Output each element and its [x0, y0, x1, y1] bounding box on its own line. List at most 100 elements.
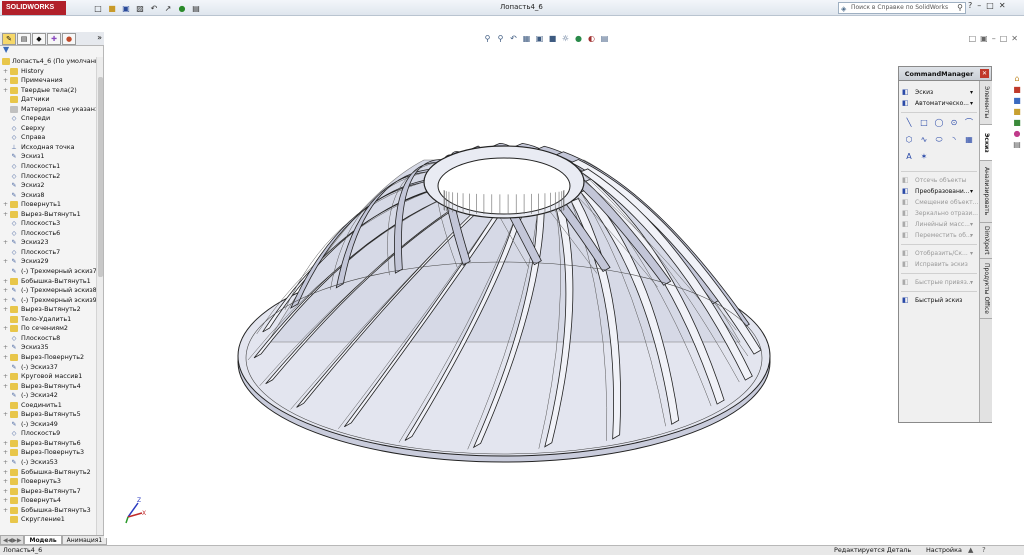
expand-icon[interactable]: + [3, 458, 8, 468]
expand-icon[interactable]: + [3, 86, 8, 96]
tree-item[interactable]: + ✎ (-) Трехмерный эскиз9 [0, 296, 96, 306]
tree-item[interactable]: Датчики [0, 95, 96, 105]
command-tab[interactable]: Эскиз [980, 125, 992, 161]
previous-view-icon[interactable]: ↶ [508, 33, 519, 44]
expand-icon[interactable]: + [3, 487, 8, 497]
rebuild-icon[interactable]: ● [176, 2, 188, 14]
expand-icon[interactable]: + [3, 353, 8, 363]
viewport-maximize-icon[interactable]: □ [1000, 34, 1008, 43]
status-units[interactable]: Настройка [926, 546, 962, 555]
text-icon[interactable]: A [903, 152, 915, 161]
circle-icon[interactable]: ⊙ [948, 118, 960, 127]
close-icon[interactable]: ✕ [980, 69, 989, 78]
tab-nav-arrows[interactable]: ◀◀▶▶ [0, 535, 25, 545]
chevron-down-icon[interactable]: ▾ [970, 186, 973, 197]
resources-icon[interactable]: ■ [1012, 85, 1022, 94]
display-manager-tab[interactable]: ● [62, 33, 76, 45]
custom-properties-icon[interactable]: ▤ [1012, 140, 1022, 149]
tree-item[interactable]: + ✎ Эскиз35 [0, 343, 96, 353]
chevron-down-icon[interactable]: ▾ [970, 98, 973, 109]
tree-item[interactable]: ◇ Плоскость9 [0, 429, 96, 439]
expand-icon[interactable]: + [3, 372, 8, 382]
solidworks-logo[interactable]: SOLIDWORKS [2, 1, 66, 15]
command-button[interactable]: ◧ Быстрый эскиз [899, 295, 979, 306]
expand-icon[interactable]: + [3, 238, 8, 248]
viewport-tile-icon[interactable]: ▣ [980, 34, 988, 43]
tree-item[interactable]: ✎ Эскиз8 [0, 191, 96, 201]
tree-item[interactable]: Скругление1 [0, 515, 96, 525]
chevron-down-icon[interactable]: ▾ [970, 219, 973, 230]
command-button[interactable]: ◧ Автоматическо... ▾ [899, 98, 979, 109]
tree-item[interactable]: + Вырез-Вытянуть5 [0, 410, 96, 420]
tree-item[interactable]: + ✎ Эскиз23 [0, 238, 96, 248]
scene-icon[interactable]: ◐ [586, 33, 597, 44]
command-button[interactable]: ◧ Преобразовани... ▾ [899, 186, 979, 197]
expand-icon[interactable]: + [3, 382, 8, 392]
rectangle-icon[interactable]: □ [918, 118, 930, 127]
command-button[interactable]: ◧ Исправить эскиз [899, 259, 979, 270]
restore-icon[interactable]: □ [986, 1, 994, 10]
close-icon[interactable]: ✕ [999, 1, 1006, 10]
zoom-to-area-icon[interactable]: ⚲ [495, 33, 506, 44]
tree-item[interactable]: + Примечания [0, 76, 96, 86]
viewport-restore-icon[interactable]: □ [969, 34, 977, 43]
chevron-right-icon[interactable]: » [97, 33, 102, 42]
command-button[interactable]: ◧ Переместить об... ▾ [899, 230, 979, 241]
tree-item[interactable]: ✎ (-) Эскиз49 [0, 420, 96, 430]
expand-icon[interactable]: + [3, 343, 8, 353]
tree-item[interactable]: + Вырез-Вытянуть7 [0, 487, 96, 497]
options-icon[interactable]: ▤ [190, 2, 202, 14]
design-library-icon[interactable]: ■ [1012, 96, 1022, 105]
expand-icon[interactable]: + [3, 257, 8, 267]
command-button[interactable]: ◧ Отсечь объекты [899, 175, 979, 186]
arc-icon[interactable]: ⌒ [963, 118, 975, 127]
tab-animation[interactable]: Анимация1 [61, 535, 108, 545]
expand-icon[interactable]: + [3, 448, 8, 458]
tree-item[interactable]: ◇ Плоскость3 [0, 219, 96, 229]
appearance-icon[interactable]: ● [573, 33, 584, 44]
units-dropdown-icon[interactable]: ▲ [968, 546, 973, 555]
tree-item[interactable]: ◇ Плоскость7 [0, 248, 96, 258]
appearances-icon[interactable]: ● [1012, 129, 1022, 138]
expand-icon[interactable]: + [3, 439, 8, 449]
tree-item[interactable]: ◇ Справа [0, 133, 96, 143]
expand-icon[interactable]: + [3, 67, 8, 77]
tree-item[interactable]: ⊥ Исходная точка [0, 143, 96, 153]
command-tab[interactable]: Анализировать [980, 161, 992, 223]
filter-icon[interactable]: ▼ [3, 45, 9, 54]
impeller-model[interactable] [236, 106, 772, 464]
expand-icon[interactable]: + [3, 277, 8, 287]
tree-item[interactable]: ✎ (-) Трехмерный эскиз7 [0, 267, 96, 277]
hide-show-icon[interactable]: ☼ [560, 33, 571, 44]
tree-item[interactable]: + Вырез-Повернуть2 [0, 353, 96, 363]
tree-root[interactable]: Лопасть4_6 (По умолчанию [0, 57, 96, 67]
status-help-icon[interactable]: ? [982, 546, 986, 555]
tree-item[interactable]: + ✎ Эскиз29 [0, 257, 96, 267]
section-view-icon[interactable]: ▦ [521, 33, 532, 44]
dimxpert-tab[interactable]: ✚ [47, 33, 61, 45]
tree-item[interactable]: ◇ Плоскость6 [0, 229, 96, 239]
expand-icon[interactable]: + [3, 305, 8, 315]
tree-item[interactable]: ✎ (-) Эскиз37 [0, 363, 96, 373]
search-icon[interactable]: ⚲ [957, 3, 963, 13]
tree-item[interactable]: + Твердые тела(2) [0, 86, 96, 96]
tree-item[interactable]: + Бобышка-Вытянуть3 [0, 506, 96, 516]
scrollbar-thumb[interactable] [98, 77, 103, 277]
polygon-icon[interactable]: ⬡ [903, 135, 915, 144]
tree-item[interactable]: ◇ Сверху [0, 124, 96, 134]
tree-item[interactable]: + Повернуть1 [0, 200, 96, 210]
expand-icon[interactable]: + [3, 324, 8, 334]
tree-item[interactable]: + Вырез-Вытянуть4 [0, 382, 96, 392]
tree-item[interactable]: + Вырез-Повернуть3 [0, 448, 96, 458]
tree-item[interactable]: ◇ Спереди [0, 114, 96, 124]
tree-item[interactable]: + Вырез-Вытянуть6 [0, 439, 96, 449]
tree-item[interactable]: + Вырез-Вытянуть2 [0, 305, 96, 315]
tree-item[interactable]: ◇ Плоскость8 [0, 334, 96, 344]
chevron-down-icon[interactable]: ▾ [970, 87, 973, 98]
line-icon[interactable]: ╲ [903, 118, 915, 127]
tree-item[interactable]: + По сечениям2 [0, 324, 96, 334]
view-orientation-icon[interactable]: ▣ [534, 33, 545, 44]
expand-icon[interactable]: + [3, 468, 8, 478]
tree-item[interactable]: + ✎ (-) Эскиз53 [0, 458, 96, 468]
command-manager-title[interactable]: CommandManager ✕ [899, 67, 991, 81]
